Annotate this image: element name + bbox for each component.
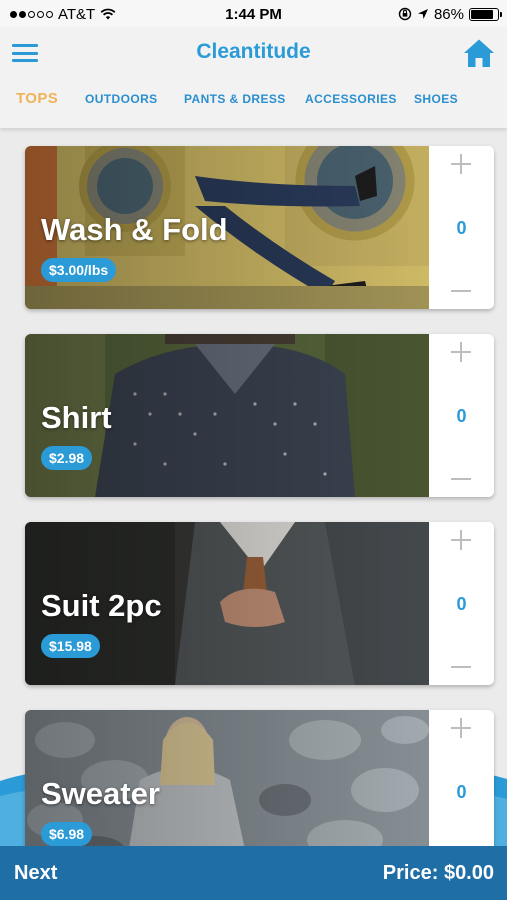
location-arrow-icon: [417, 9, 428, 19]
item-image: Shirt $2.98: [25, 334, 429, 497]
item-card-sweater: Sweater $6.98 0: [25, 710, 494, 846]
tab-accessories[interactable]: ACCESSORIES: [305, 92, 397, 106]
home-icon[interactable]: [463, 38, 495, 68]
plus-icon[interactable]: [449, 716, 473, 740]
item-name: Suit 2pc: [41, 588, 162, 623]
item-price-badge: $15.98: [41, 634, 100, 658]
item-image: Wash & Fold $3.00/lbs: [25, 146, 429, 309]
item-name: Sweater: [41, 776, 160, 811]
status-left: AT&T: [10, 6, 116, 23]
item-image: Sweater $6.98: [25, 710, 429, 846]
checkout-footer: Next Price: $0.00: [0, 846, 507, 900]
tab-pants-dress[interactable]: PANTS & DRESS: [184, 92, 286, 106]
minus-icon[interactable]: [449, 467, 473, 491]
item-price-badge: $3.00/lbs: [41, 258, 117, 282]
item-name: Shirt: [41, 400, 112, 435]
category-tabs: TOPS OUTDOORS PANTS & DRESS ACCESSORIES …: [0, 90, 507, 114]
item-quantity: 0: [456, 406, 467, 426]
quantity-control: 0: [429, 710, 494, 846]
signal-strength-icon: [10, 10, 53, 18]
plus-icon[interactable]: [449, 340, 473, 364]
next-button[interactable]: Next: [14, 862, 57, 885]
item-card-shirt: Shirt $2.98 0: [25, 334, 494, 497]
item-image: Suit 2pc $15.98: [25, 522, 429, 685]
item-price-badge: $6.98: [41, 822, 93, 846]
quantity-control: 0: [429, 522, 494, 685]
tab-outdoors[interactable]: OUTDOORS: [85, 92, 158, 106]
carrier-label: AT&T: [58, 5, 96, 23]
total-price: Price: $0.00: [382, 861, 494, 884]
status-bar: AT&T 1:44 PM 86%: [0, 0, 507, 28]
item-price-badge: $2.98: [41, 446, 93, 470]
quantity-control: 0: [429, 146, 494, 309]
wifi-icon: [100, 8, 116, 20]
item-quantity: 0: [456, 218, 467, 238]
plus-icon[interactable]: [449, 528, 473, 552]
item-quantity: 0: [456, 782, 467, 802]
item-quantity: 0: [456, 594, 467, 614]
item-list[interactable]: Wash & Fold $3.00/lbs 0 Shirt $2.98 0 Su…: [0, 128, 507, 846]
plus-icon[interactable]: [449, 152, 473, 176]
lock-rotation-icon: [398, 7, 412, 21]
tab-shoes[interactable]: SHOES: [414, 92, 458, 106]
status-right: 86%: [398, 5, 502, 23]
battery-icon: [469, 7, 502, 21]
tab-tops[interactable]: TOPS: [16, 90, 58, 107]
quantity-control: 0: [429, 334, 494, 497]
item-card-suit: Suit 2pc $15.98 0: [25, 522, 494, 685]
page-title: Cleantitude: [196, 40, 311, 63]
app-header: Cleantitude TOPS OUTDOORS PANTS & DRESS …: [0, 28, 507, 128]
item-name: Wash & Fold: [41, 212, 228, 247]
item-card-wash-fold: Wash & Fold $3.00/lbs 0: [25, 146, 494, 309]
battery-percent: 86%: [433, 5, 464, 23]
minus-icon[interactable]: [449, 279, 473, 303]
minus-icon[interactable]: [449, 655, 473, 679]
